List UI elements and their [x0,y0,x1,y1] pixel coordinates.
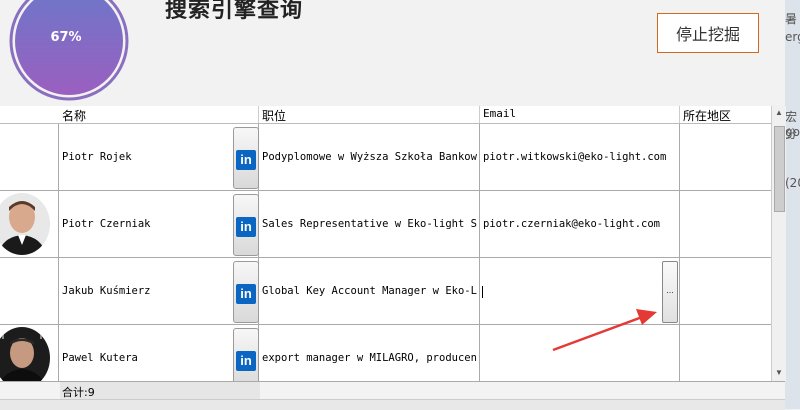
avatar [0,327,50,381]
table-row[interactable]: Jakub Kuśmierz in Global Key Account Man… [0,258,771,325]
linkedin-icon: in [236,217,256,237]
linkedin-icon: in [236,351,256,371]
arrow-up-icon[interactable]: ▲ [774,108,784,118]
column-header-email[interactable]: Email [483,107,516,120]
table-row[interactable]: Pawel Kutera in export manager w MILAGRO… [0,325,771,381]
linkedin-icon: in [236,150,256,170]
table-row[interactable]: Piotr Czerniak in Sales Representative w… [0,191,771,258]
stop-mining-button[interactable]: 停止挖掘 [657,13,759,53]
linkedin-button[interactable]: in [233,194,259,256]
horizontal-scrollbar[interactable] [0,399,785,410]
scroll-thumb[interactable] [774,126,785,212]
cell-name: Pawel Kutera [62,352,138,364]
linkedin-icon: in [236,284,256,304]
cell-position: Global Key Account Manager w Eko-Lig [262,285,477,297]
linkedin-button[interactable]: in [233,127,259,189]
cell-email: piotr.witkowski@eko-light.com [483,151,667,163]
side-strip: 暑 erg 宏分 go (20 [785,0,800,409]
side-text: erg [785,30,800,44]
table-row[interactable]: Piotr Rojek in Podyplomowe w Wyższa Szko… [0,124,771,191]
linkedin-button[interactable]: in [233,261,259,323]
text-caret [482,286,483,298]
page-title: 搜索引擎查询 [165,0,304,23]
ellipsis-icon: ... [666,285,674,295]
side-text: 暑 [785,12,798,26]
arrow-down-icon[interactable]: ▼ [774,368,784,378]
side-text: go [785,125,800,139]
table-header: 名称 职位 Email 所在地区 [0,106,771,124]
cell-position: Podyplomowe w Wyższa Szkoła Bankowa w [262,151,477,163]
linkedin-button[interactable]: in [233,328,259,381]
column-header-region[interactable]: 所在地区 [683,107,731,124]
cell-name: Jakub Kuśmierz [62,285,151,297]
column-header-position[interactable]: 职位 [262,107,286,124]
avatar [0,193,50,255]
ellipsis-button[interactable]: ... [662,261,678,323]
progress-ring [9,0,129,101]
results-table: 名称 职位 Email 所在地区 Piotr Rojek in Podyplom… [0,106,771,381]
cell-name: Piotr Rojek [62,151,132,163]
cell-name: Piotr Czerniak [62,218,151,230]
cell-email: piotr.czerniak@eko-light.com [483,218,661,230]
side-text: (20 [785,176,800,190]
cell-position: Sales Representative w Eko-light Sp. [262,218,477,230]
progress-label: 67% [50,30,82,45]
table-footer: 合计:9 [0,381,785,400]
header-bar: 67% 搜索引擎查询 停止挖掘 [0,0,785,105]
vertical-scrollbar[interactable]: ▲ ▼ [771,106,786,381]
total-count: 合计:9 [62,386,95,399]
cell-position: export manager w MILAGRO, producent [262,352,477,364]
column-header-name[interactable]: 名称 [62,107,86,124]
